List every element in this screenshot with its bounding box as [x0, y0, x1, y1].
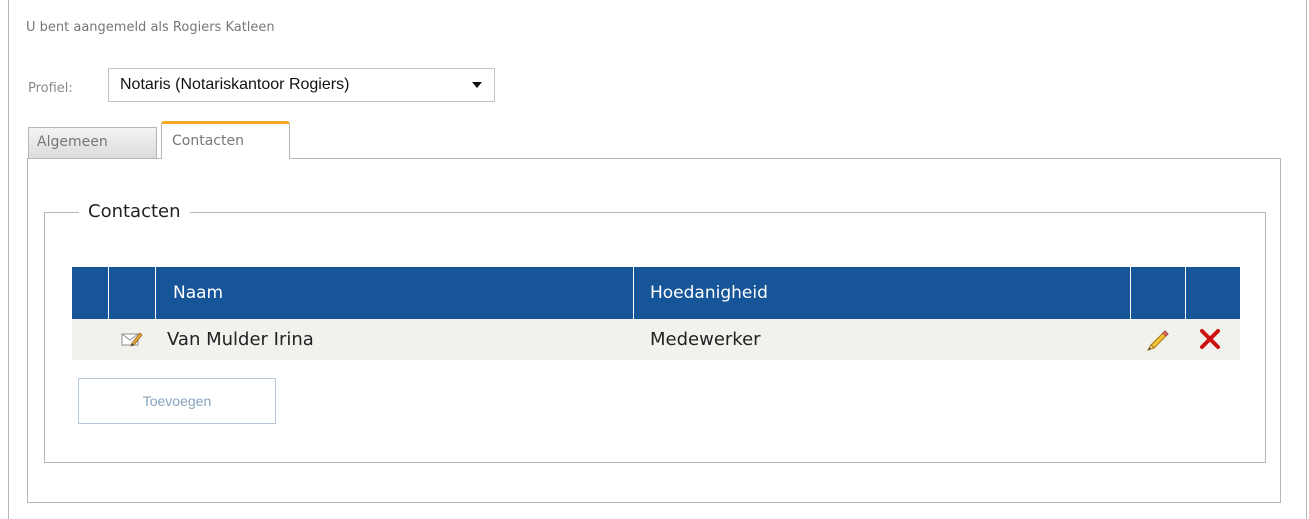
tab-algemeen[interactable]: Algemeen: [28, 127, 157, 158]
header-cell-blank-1: [72, 267, 109, 319]
profile-select[interactable]: Notaris (Notariskantoor Rogiers): [108, 68, 495, 102]
login-status-text: U bent aangemeld als Rogiers Katleen: [26, 20, 275, 35]
pencil-icon[interactable]: [1145, 327, 1169, 351]
contacts-fieldset: Contacten Naam Hoedanigheid Van Mulder I…: [44, 201, 1266, 463]
contacten-tab-panel: Contacten Naam Hoedanigheid Van Mulder I…: [27, 158, 1281, 503]
header-cell-blank-2: [109, 267, 156, 319]
profile-selected-value: Notaris (Notariskantoor Rogiers): [120, 76, 350, 93]
caret-down-icon: [472, 82, 482, 88]
contacts-legend: Contacten: [79, 201, 190, 222]
contact-name: Van Mulder Irina: [167, 329, 314, 350]
table-row: Van Mulder Irina Medewerker: [72, 319, 1240, 360]
contacts-table: Naam Hoedanigheid Van Mulder Irina Medew…: [72, 267, 1240, 360]
table-header: Naam Hoedanigheid: [72, 267, 1240, 319]
header-cell-edit: [1131, 267, 1186, 319]
add-contact-button[interactable]: Toevoegen: [78, 378, 276, 424]
contact-role: Medewerker: [650, 329, 761, 350]
header-cell-delete: [1186, 267, 1240, 319]
tab-contacten[interactable]: Contacten: [161, 121, 290, 159]
column-header-hoedanigheid[interactable]: Hoedanigheid: [634, 267, 1131, 319]
envelope-pencil-icon[interactable]: [121, 331, 143, 347]
column-header-naam[interactable]: Naam: [156, 267, 634, 319]
profile-label: Profiel:: [28, 81, 73, 96]
delete-x-icon[interactable]: [1199, 328, 1221, 350]
